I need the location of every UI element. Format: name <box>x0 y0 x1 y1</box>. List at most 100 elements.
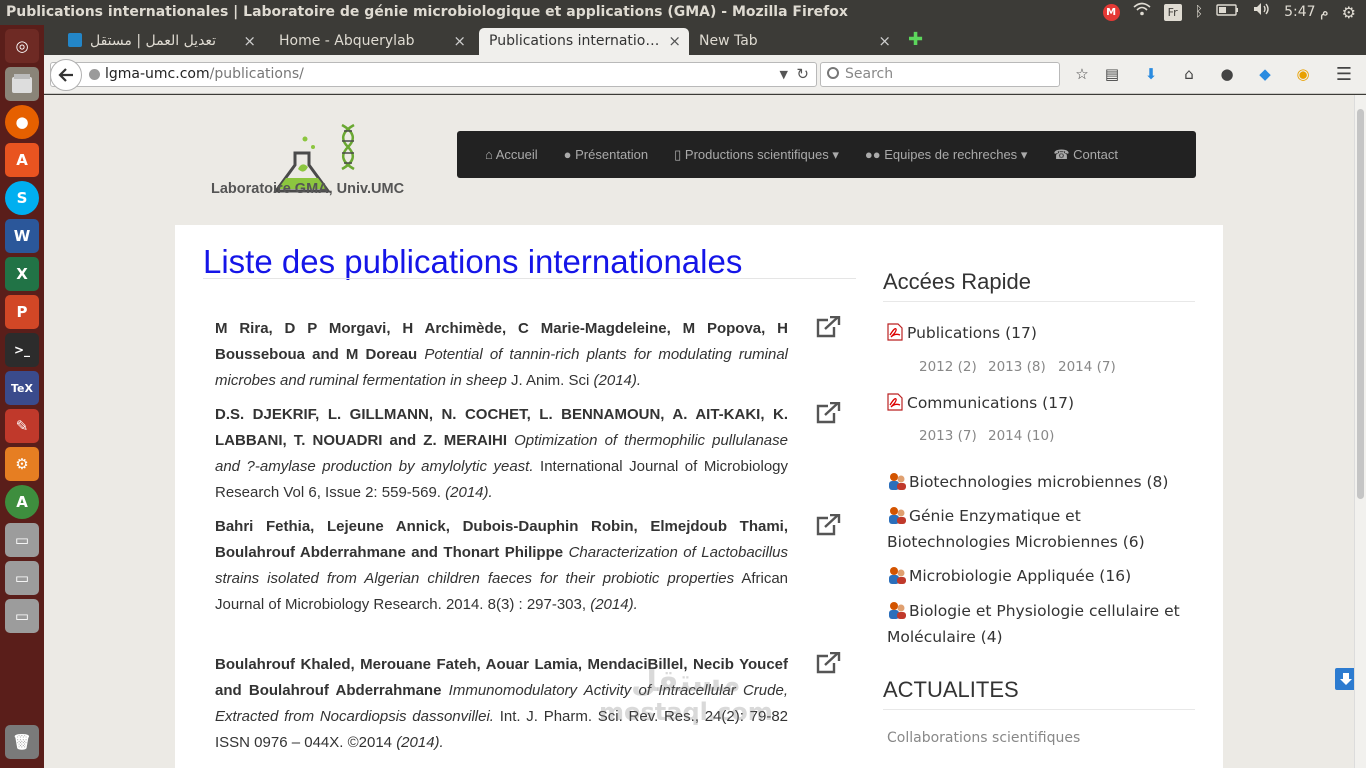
sidebar-link-label: Microbiologie Appliquée (16) <box>909 567 1132 585</box>
volume-icon[interactable] <box>1253 0 1271 25</box>
drive-icon[interactable]: ▭ <box>5 599 39 633</box>
menu-item-presentation[interactable]: ● Présentation <box>564 147 648 162</box>
wifi-icon[interactable] <box>1133 0 1151 25</box>
download-icon[interactable]: ⬇ <box>1141 64 1161 84</box>
clock[interactable]: 5:47 م <box>1284 0 1329 25</box>
year-link-2014[interactable]: 2014 (10) <box>988 428 1054 444</box>
drive-icon[interactable]: ▭ <box>5 523 39 557</box>
skype-icon[interactable]: S <box>5 181 39 215</box>
url-domain: lgma-umc.com <box>105 66 210 82</box>
caret-down-icon: ▾ <box>832 146 839 162</box>
system-tray: M Fr ᛒ 5:47 م ⚙ <box>1102 0 1366 25</box>
team-icon <box>889 602 906 619</box>
addon-icon[interactable]: ◉ <box>1293 64 1313 84</box>
search-placeholder: Search <box>845 66 894 82</box>
battery-icon[interactable] <box>1216 0 1240 25</box>
settings-tool-icon[interactable]: ✎ <box>5 409 39 443</box>
search-input[interactable]: Search <box>820 62 1060 87</box>
software-updater-icon[interactable]: A <box>5 485 39 519</box>
menu-label: Productions scientifiques <box>684 146 829 162</box>
menu-item-productions[interactable]: ▯ Productions scientifiques ▾ <box>674 147 839 163</box>
site-info-icon[interactable] <box>89 69 100 80</box>
firefox-icon[interactable]: ● <box>5 105 39 139</box>
tab-close-icon[interactable]: × <box>453 28 466 54</box>
tab-new-tab[interactable]: New Tab × <box>689 28 899 55</box>
sidebar-team-link[interactable]: Biologie et Physiologie cellulaire et Mo… <box>887 598 1187 650</box>
keyboard-layout-indicator[interactable]: Fr <box>1163 4 1182 21</box>
watermark-latin: mostaql.com <box>599 698 773 726</box>
menu-item-contact[interactable]: ☎ Contact <box>1053 147 1118 163</box>
news-item-link[interactable]: Collaborations scientifiques <box>887 730 1080 746</box>
drive-icon[interactable]: ▭ <box>5 561 39 595</box>
year-link-2013[interactable]: 2013 (7) <box>919 428 977 444</box>
reading-list-icon[interactable]: ▤ <box>1102 64 1122 84</box>
files-icon[interactable] <box>5 67 39 101</box>
publication-entry: D.S. DJEKRIF, L. GILLMANN, N. COCHET, L.… <box>215 402 788 506</box>
watermark: مستقل mostaql.com <box>599 667 773 727</box>
caret-down-icon: ▾ <box>1020 146 1028 162</box>
pdf-icon <box>887 393 903 411</box>
software-center-icon[interactable]: A <box>5 143 39 177</box>
logo-text: Laboratoire GMA, Univ.UMC <box>211 181 405 197</box>
powerpoint-icon[interactable]: P <box>5 295 39 329</box>
external-link-icon[interactable] <box>815 315 841 338</box>
sidebar-link-publications[interactable]: Publications (17) <box>887 320 1187 346</box>
scrollbar-thumb[interactable] <box>1357 109 1364 499</box>
trash-icon[interactable]: 🗑 <box>5 725 39 759</box>
excel-icon[interactable]: X <box>5 257 39 291</box>
system-settings-icon[interactable]: ⚙ <box>5 447 39 481</box>
pdf-icon <box>887 323 903 341</box>
external-link-icon[interactable] <box>815 651 841 674</box>
session-gear-icon[interactable]: ⚙ <box>1342 0 1356 25</box>
mega-tray-icon[interactable]: M <box>1102 4 1120 21</box>
sidebar-divider <box>883 709 1195 710</box>
pocket-icon[interactable]: ◆ <box>1255 64 1275 84</box>
sidebar-team-link[interactable]: Microbiologie Appliquée (16) <box>887 563 1187 589</box>
menu-icon[interactable]: ☰ <box>1334 64 1354 85</box>
new-tab-button[interactable]: ✚ <box>908 28 923 52</box>
sidebar-link-label: Publications (17) <box>907 324 1037 342</box>
publication-year: (2014). <box>445 484 493 501</box>
texmaker-icon[interactable]: TeX <box>5 371 39 405</box>
sidebar-divider <box>883 301 1195 302</box>
users-icon: ●● <box>864 146 885 162</box>
bluetooth-icon[interactable]: ᛒ <box>1195 0 1203 25</box>
phone-icon: ☎ <box>1053 146 1074 162</box>
year-link-2013[interactable]: 2013 (8) <box>988 359 1046 375</box>
tab-close-icon[interactable]: × <box>878 28 891 54</box>
browser-tab-strip: تعديل العمل | مستقل × Home - Abquerylab … <box>44 25 1366 55</box>
page-scrollbar[interactable] <box>1354 95 1366 768</box>
tab-mostaql[interactable]: تعديل العمل | مستقل × <box>58 28 264 55</box>
year-link-2014[interactable]: 2014 (7) <box>1058 359 1116 375</box>
menu-item-accueil[interactable]: ⌂ Accueil <box>485 147 538 162</box>
external-link-icon[interactable] <box>815 513 841 536</box>
word-icon[interactable]: W <box>5 219 39 253</box>
url-bar[interactable]: lgma-umc.com/publications/ ▼ ↻ <box>50 59 817 91</box>
sidebar-link-label: Communications (17) <box>907 394 1074 412</box>
external-link-icon[interactable] <box>815 401 841 424</box>
tab-close-icon[interactable]: × <box>668 28 681 54</box>
unity-launcher: ◎ ● A S W X P >_ TeX ✎ ⚙ A ▭ ▭ ▭ 🗑 <box>0 25 44 768</box>
tab-publications[interactable]: Publications internatio… × <box>479 28 689 55</box>
sidebar-team-link[interactable]: Génie Enzymatique et Biotechnologies Mic… <box>887 503 1187 555</box>
scroll-down-button[interactable] <box>1335 668 1354 690</box>
url-dropdown-icon[interactable]: ▼ <box>780 63 788 86</box>
sidebar-team-link[interactable]: Biotechnologies microbiennes (8) <box>887 469 1187 495</box>
page-viewport: Laboratoire GMA, Univ.UMC ⌂ Accueil ● Pr… <box>44 95 1354 768</box>
home-icon[interactable]: ⌂ <box>1179 64 1199 84</box>
year-link-2012[interactable]: 2012 (2) <box>919 359 977 375</box>
chat-icon[interactable]: ● <box>1217 64 1237 84</box>
tab-close-icon[interactable]: × <box>243 28 256 54</box>
back-button[interactable] <box>50 59 82 91</box>
sidebar-link-communications[interactable]: Communications (17) <box>887 390 1187 416</box>
tab-abquerylab[interactable]: Home - Abquerylab × <box>269 28 474 55</box>
menu-item-equipes[interactable]: ●● Equipes de rechreches ▾ <box>865 147 1027 163</box>
bookmark-star-icon[interactable]: ☆ <box>1072 64 1092 84</box>
reload-icon[interactable]: ↻ <box>796 63 809 86</box>
lab-logo[interactable]: Laboratoire GMA, Univ.UMC <box>210 113 425 208</box>
title-divider <box>203 278 856 279</box>
site-main-menu: ⌂ Accueil ● Présentation ▯ Productions s… <box>457 131 1196 178</box>
ubuntu-dash-icon[interactable]: ◎ <box>5 29 39 63</box>
terminal-icon[interactable]: >_ <box>5 333 39 367</box>
tab-label: Home - Abquerylab <box>279 33 415 49</box>
